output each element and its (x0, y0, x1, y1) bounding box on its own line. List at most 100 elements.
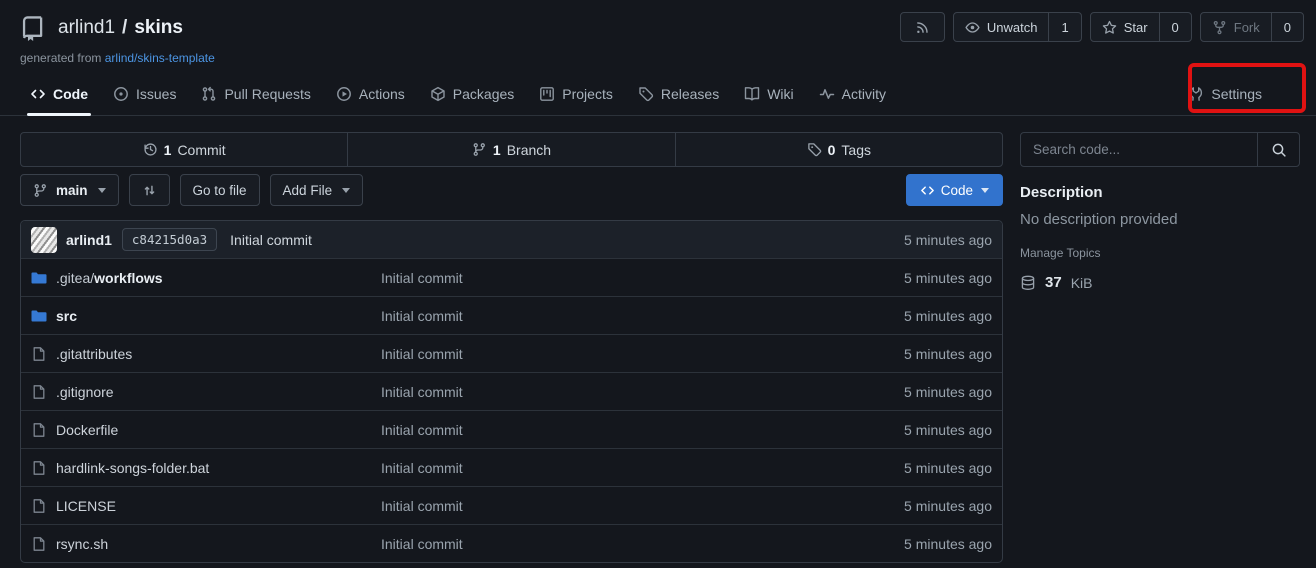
avatar[interactable] (31, 227, 57, 253)
pull-request-icon (201, 86, 217, 102)
code-download-button[interactable]: Code (906, 174, 1003, 206)
tab-label: Wiki (767, 86, 793, 102)
tab-pull-requests[interactable]: Pull Requests (191, 72, 320, 115)
tab-code[interactable]: Code (20, 72, 98, 115)
watch-button-group: Unwatch 1 (953, 12, 1082, 42)
stars-count[interactable]: 0 (1159, 13, 1191, 41)
file-commit-message[interactable]: Initial commit (381, 270, 904, 286)
unwatch-button[interactable]: Unwatch (954, 13, 1049, 41)
file-link[interactable]: hardlink-songs-folder.bat (31, 460, 381, 476)
fork-button[interactable]: Fork (1201, 13, 1271, 41)
manage-topics-link[interactable]: Manage Topics (1020, 246, 1300, 260)
file-commit-message[interactable]: Initial commit (381, 498, 904, 514)
star-label: Star (1124, 20, 1148, 35)
history-icon (143, 142, 158, 157)
file-commit-time: 5 minutes ago (904, 384, 992, 400)
file-commit-time: 5 minutes ago (904, 346, 992, 362)
file-commit-time: 5 minutes ago (904, 536, 992, 552)
branch-selector[interactable]: main (20, 174, 119, 206)
file-commit-time: 5 minutes ago (904, 422, 992, 438)
content-area: 1 Commit 1 Branch 0 Tags main (0, 116, 1316, 563)
tab-actions[interactable]: Actions (326, 72, 415, 115)
file-icon (31, 346, 47, 362)
tab-label: Projects (562, 86, 613, 102)
file-link[interactable]: Dockerfile (31, 422, 381, 438)
branches-count: 1 (493, 142, 501, 158)
go-to-file-button[interactable]: Go to file (180, 174, 260, 206)
tab-wiki[interactable]: Wiki (734, 72, 803, 115)
file-commit-message[interactable]: Initial commit (381, 308, 904, 324)
template-repo-link[interactable]: arlind/skins-template (105, 51, 215, 65)
tab-label: Activity (842, 86, 886, 102)
repo-action-buttons: Unwatch 1 Star 0 Fork 0 (900, 12, 1304, 42)
folder-icon (31, 270, 47, 286)
file-link[interactable]: LICENSE (31, 498, 381, 514)
tab-issues[interactable]: Issues (103, 72, 186, 115)
file-commit-time: 5 minutes ago (904, 460, 992, 476)
commit-hash-link[interactable]: c84215d0a3 (122, 228, 217, 251)
commit-author-link[interactable]: arlind1 (66, 232, 112, 248)
tab-bar-spacer (901, 72, 1178, 115)
tab-releases[interactable]: Releases (628, 72, 729, 115)
pulse-icon (819, 86, 835, 102)
repo-header: arlind1 / skins generated from arlind/sk… (0, 0, 1316, 65)
file-icon (31, 536, 47, 552)
rss-button[interactable] (900, 12, 945, 42)
add-file-button[interactable]: Add File (270, 174, 364, 206)
file-commit-time: 5 minutes ago (904, 498, 992, 514)
project-board-icon (539, 86, 555, 102)
file-commit-message[interactable]: Initial commit (381, 422, 904, 438)
commits-stat[interactable]: 1 Commit (21, 133, 347, 166)
compare-icon (142, 183, 157, 198)
file-path-prefix: .gitea/ (56, 270, 94, 286)
file-link[interactable]: src (31, 308, 381, 324)
file-name: Dockerfile (56, 422, 118, 438)
file-link[interactable]: .gitea/workflows (31, 270, 381, 286)
tab-activity[interactable]: Activity (809, 72, 896, 115)
tag-icon (638, 86, 654, 102)
chevron-down-icon (981, 188, 989, 193)
file-link[interactable]: .gitignore (31, 384, 381, 400)
repo-title-separator: / (122, 17, 127, 39)
settings-tools-icon (1188, 86, 1204, 102)
description-text: No description provided (1020, 211, 1300, 228)
file-name: LICENSE (56, 498, 116, 514)
file-link[interactable]: .gitattributes (31, 346, 381, 362)
file-commit-message[interactable]: Initial commit (381, 384, 904, 400)
fork-label: Fork (1234, 20, 1260, 35)
compare-button[interactable] (129, 174, 170, 206)
repo-owner-link[interactable]: arlind1 (58, 17, 115, 39)
tab-label: Packages (453, 86, 514, 102)
repo-stats-bar: 1 Commit 1 Branch 0 Tags (20, 132, 1003, 167)
tags-label: Tags (841, 142, 871, 158)
repo-tab-bar: Code Issues Pull Requests Actions Packag… (0, 72, 1316, 116)
file-table: arlind1 c84215d0a3 Initial commit 5 minu… (20, 220, 1003, 563)
tab-label: Releases (661, 86, 719, 102)
file-name: .gitignore (56, 384, 114, 400)
file-commit-message[interactable]: Initial commit (381, 346, 904, 362)
branches-stat[interactable]: 1 Branch (347, 133, 674, 166)
repo-name-link[interactable]: skins (134, 17, 183, 39)
commit-message-link[interactable]: Initial commit (230, 232, 312, 248)
code-icon (920, 183, 935, 198)
package-icon (430, 86, 446, 102)
star-button[interactable]: Star (1091, 13, 1159, 41)
tags-stat[interactable]: 0 Tags (675, 133, 1002, 166)
code-icon (30, 86, 46, 102)
file-name: src (56, 308, 77, 324)
file-commit-message[interactable]: Initial commit (381, 460, 904, 476)
forks-count[interactable]: 0 (1271, 13, 1303, 41)
table-row: rsync.sh Initial commit 5 minutes ago (21, 524, 1002, 562)
file-link[interactable]: rsync.sh (31, 536, 381, 552)
search-button[interactable] (1257, 133, 1299, 166)
tab-settings[interactable]: Settings (1178, 72, 1272, 115)
search-input[interactable] (1021, 133, 1257, 166)
go-to-file-label: Go to file (193, 183, 247, 198)
watchers-count[interactable]: 1 (1048, 13, 1080, 41)
tab-packages[interactable]: Packages (420, 72, 524, 115)
table-row: .gitea/workflows Initial commit 5 minute… (21, 258, 1002, 296)
repo-size-value: 37 (1045, 274, 1062, 291)
tab-projects[interactable]: Projects (529, 72, 623, 115)
file-commit-message[interactable]: Initial commit (381, 536, 904, 552)
table-row: LICENSE Initial commit 5 minutes ago (21, 486, 1002, 524)
